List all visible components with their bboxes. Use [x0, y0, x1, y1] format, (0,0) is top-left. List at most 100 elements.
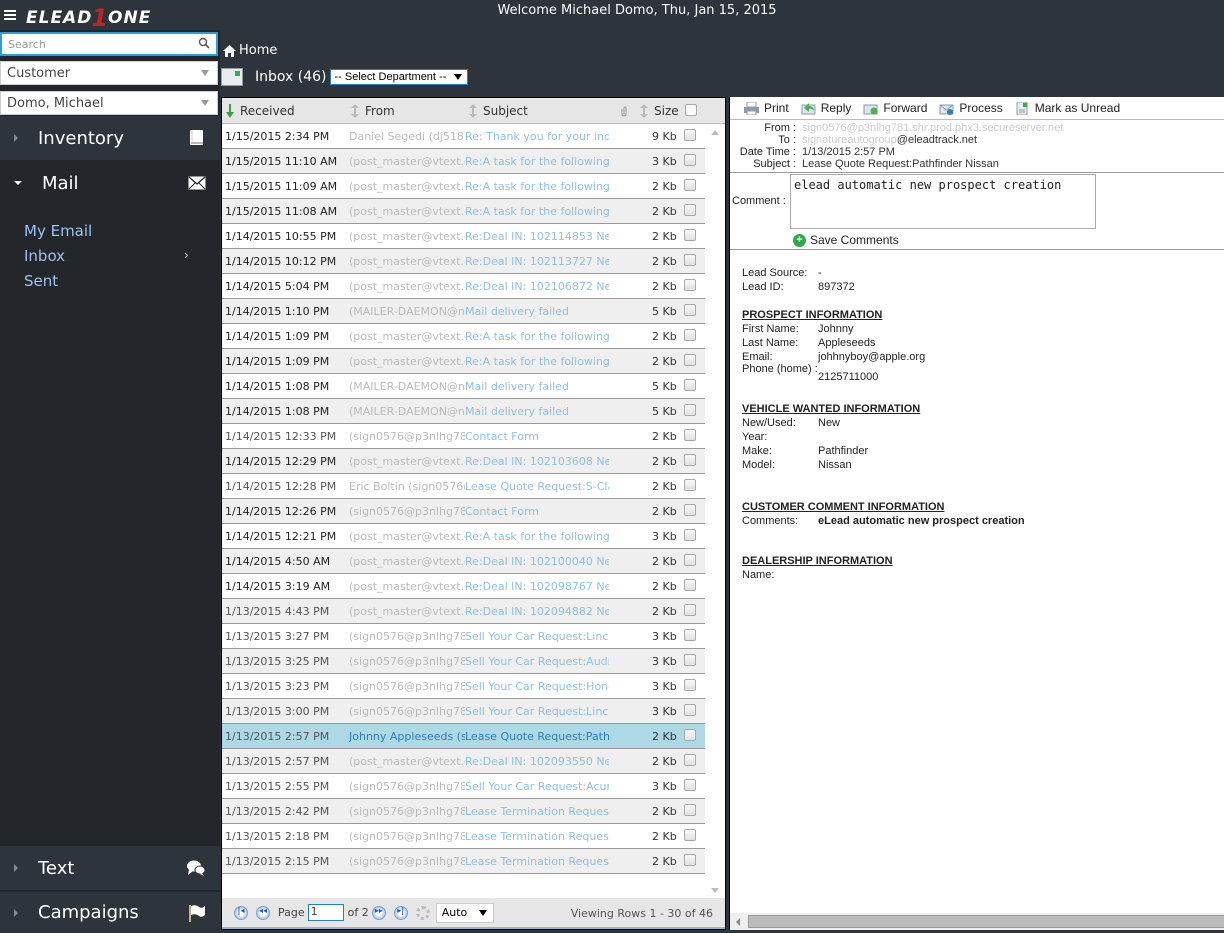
- sidebar-item-inbox[interactable]: Inbox: [24, 247, 65, 265]
- message-row[interactable]: 1/13/2015 2:57 PM (post_master@vtext.cc Re…: [222, 749, 706, 774]
- search-input[interactable]: Search: [0, 32, 218, 56]
- message-row[interactable]: 1/14/2015 3:19 AM (post_master@vtext.cc Re…: [222, 574, 706, 599]
- row-checkbox[interactable]: [684, 279, 696, 291]
- user-select[interactable]: Domo, Michael: [0, 91, 218, 115]
- column-header-received[interactable]: Received: [226, 104, 295, 118]
- message-row[interactable]: 1/13/2015 4:43 PM (post_master@vtext.cc Re…: [222, 599, 706, 624]
- scroll-down-icon[interactable]: [711, 888, 719, 893]
- row-checkbox[interactable]: [684, 329, 696, 341]
- message-row[interactable]: 1/13/2015 3:23 PM (sign0576@p3nlhg780 Sell…: [222, 674, 706, 699]
- scroll-up-icon[interactable]: [711, 130, 719, 135]
- print-button[interactable]: Print: [744, 101, 789, 115]
- row-checkbox[interactable]: [684, 454, 696, 466]
- horizontal-scrollbar[interactable]: [730, 913, 1224, 930]
- message-row[interactable]: 1/14/2015 1:09 PM (post_master@vtext.cc Re…: [222, 324, 706, 349]
- sidebar-section-text[interactable]: Text: [0, 846, 220, 890]
- row-checkbox[interactable]: [684, 154, 696, 166]
- column-header-from[interactable]: From: [351, 104, 395, 118]
- message-row[interactable]: 1/13/2015 2:55 PM (sign0576@p3nlhg781 Sell…: [222, 774, 706, 799]
- department-select[interactable]: -- Select Department --: [329, 69, 468, 85]
- first-page-button[interactable]: |◂: [234, 905, 248, 920]
- message-row[interactable]: 1/14/2015 10:12 PM (post_master@vtext.cc R…: [222, 249, 706, 274]
- message-row[interactable]: 1/14/2015 4:50 AM (post_master@vtext.cc Re…: [222, 549, 706, 574]
- row-checkbox[interactable]: [684, 754, 696, 766]
- row-checkbox[interactable]: [684, 254, 696, 266]
- process-button[interactable]: Process: [939, 101, 1003, 115]
- column-header-size[interactable]: Size: [640, 104, 679, 118]
- sidebar-section-inventory[interactable]: Inventory: [0, 116, 220, 160]
- next-page-button[interactable]: ▸▸: [371, 905, 386, 920]
- row-checkbox[interactable]: [684, 729, 696, 741]
- chevron-right-icon[interactable]: ›: [184, 248, 189, 262]
- comment-textarea[interactable]: elead automatic new prospect creation: [790, 174, 1096, 229]
- message-row[interactable]: 1/14/2015 1:10 PM (MAILER-DAEMON@nl Mail d…: [222, 299, 706, 324]
- message-row[interactable]: 1/13/2015 2:18 PM (sign0576@p3nlhg781 Leas…: [222, 824, 706, 849]
- column-header-subject[interactable]: Subject: [469, 104, 528, 118]
- row-checkbox[interactable]: [684, 579, 696, 591]
- message-row[interactable]: 1/14/2015 12:33 PM (sign0576@p3nlhg781 Con…: [222, 424, 706, 449]
- message-row[interactable]: 1/13/2015 2:15 PM (sign0576@p3nlhg781 Leas…: [222, 849, 706, 874]
- sidebar-section-campaigns[interactable]: Campaigns: [0, 892, 220, 933]
- row-checkbox[interactable]: [684, 179, 696, 191]
- row-checkbox[interactable]: [684, 829, 696, 841]
- save-comments-button[interactable]: + Save Comments: [793, 233, 899, 247]
- message-row[interactable]: 1/14/2015 1:09 PM (post_master@vtext.cc Re…: [222, 349, 706, 374]
- row-checkbox[interactable]: [684, 679, 696, 691]
- message-row[interactable]: 1/13/2015 3:27 PM (sign0576@p3nlhg780 Sell…: [222, 624, 706, 649]
- sidebar-section-mail[interactable]: Mail: [0, 160, 220, 206]
- customer-select[interactable]: Customer: [0, 61, 218, 85]
- row-checkbox[interactable]: [684, 654, 696, 666]
- message-row[interactable]: 1/14/2015 12:21 PM (post_master@vtext.cc R…: [222, 524, 706, 549]
- row-checkbox[interactable]: [684, 629, 696, 641]
- message-row[interactable]: 1/13/2015 3:25 PM (sign0576@p3nlhg780 Sell…: [222, 649, 706, 674]
- message-row[interactable]: 1/14/2015 12:29 PM (post_master@vtext.cc R…: [222, 449, 706, 474]
- row-checkbox[interactable]: [684, 479, 696, 491]
- message-row[interactable]: 1/15/2015 11:08 AM (post_master@vtext.cc R…: [222, 199, 706, 224]
- last-page-button[interactable]: ▸|: [393, 905, 408, 920]
- message-row[interactable]: 1/14/2015 12:26 PM (sign0576@p3nlhg781 Con…: [222, 499, 706, 524]
- message-row[interactable]: 1/15/2015 11:10 AM (post_master@vtext.cc R…: [222, 149, 706, 174]
- search-icon[interactable]: [198, 37, 210, 49]
- message-row[interactable]: 1/14/2015 12:28 PM Eric Boltin (sign0576@…: [222, 474, 706, 499]
- field-label: First Name:: [742, 323, 799, 335]
- row-checkbox[interactable]: [684, 354, 696, 366]
- row-checkbox[interactable]: [684, 504, 696, 516]
- sidebar-item-sent[interactable]: Sent: [24, 272, 58, 290]
- row-checkbox[interactable]: [684, 704, 696, 716]
- rows-per-page-select[interactable]: Auto: [435, 902, 494, 923]
- row-checkbox[interactable]: [684, 129, 696, 141]
- row-checkbox[interactable]: [684, 554, 696, 566]
- mark-as-unread-button[interactable]: Mark as Unread: [1015, 101, 1120, 115]
- message-row[interactable]: 1/14/2015 10:55 PM (post_master@vtext.cc R…: [222, 224, 706, 249]
- page-number-input[interactable]: 1: [307, 904, 344, 921]
- vertical-scrollbar[interactable]: [705, 124, 725, 899]
- scroll-left-icon[interactable]: [736, 918, 740, 926]
- row-checkbox[interactable]: [684, 779, 696, 791]
- lead-source-row: Lead Source: -: [742, 266, 1212, 280]
- message-row[interactable]: 1/15/2015 11:09 AM (post_master@vtext.cc R…: [222, 174, 706, 199]
- row-checkbox[interactable]: [684, 429, 696, 441]
- row-checkbox[interactable]: [684, 529, 696, 541]
- row-checkbox[interactable]: [684, 804, 696, 816]
- row-checkbox[interactable]: [684, 204, 696, 216]
- message-row[interactable]: 1/13/2015 2:42 PM (sign0576@p3nlhg781 Leas…: [222, 799, 706, 824]
- message-row[interactable]: 1/14/2015 5:04 PM (post_master@vtext.cc Re…: [222, 274, 706, 299]
- row-checkbox[interactable]: [684, 854, 696, 866]
- message-row[interactable]: 1/13/2015 2:57 PM Johnny Appleseeds (sig L…: [222, 724, 706, 749]
- row-checkbox[interactable]: [684, 404, 696, 416]
- message-row[interactable]: 1/14/2015 1:08 PM (MAILER-DAEMON@nl Mail d…: [222, 374, 706, 399]
- row-checkbox[interactable]: [684, 304, 696, 316]
- breadcrumb-home-link[interactable]: Home: [239, 43, 277, 58]
- row-checkbox[interactable]: [684, 604, 696, 616]
- message-row[interactable]: 1/13/2015 3:00 PM (sign0576@p3nlhg781 Sell…: [222, 699, 706, 724]
- reply-button[interactable]: Reply: [801, 101, 851, 115]
- message-row[interactable]: 1/15/2015 2:34 PM Daniel Segedi (dj5181 Re…: [222, 124, 706, 149]
- prev-page-button[interactable]: ◂◂: [256, 905, 270, 920]
- message-row[interactable]: 1/14/2015 1:08 PM (MAILER-DAEMON@nl Mail d…: [222, 399, 706, 424]
- scrollbar-thumb[interactable]: [748, 915, 1224, 928]
- row-checkbox[interactable]: [684, 229, 696, 241]
- select-all-checkbox[interactable]: [685, 104, 697, 116]
- row-checkbox[interactable]: [684, 379, 696, 391]
- forward-button[interactable]: Forward: [863, 101, 927, 115]
- sidebar-item-my-email[interactable]: My Email: [24, 222, 92, 240]
